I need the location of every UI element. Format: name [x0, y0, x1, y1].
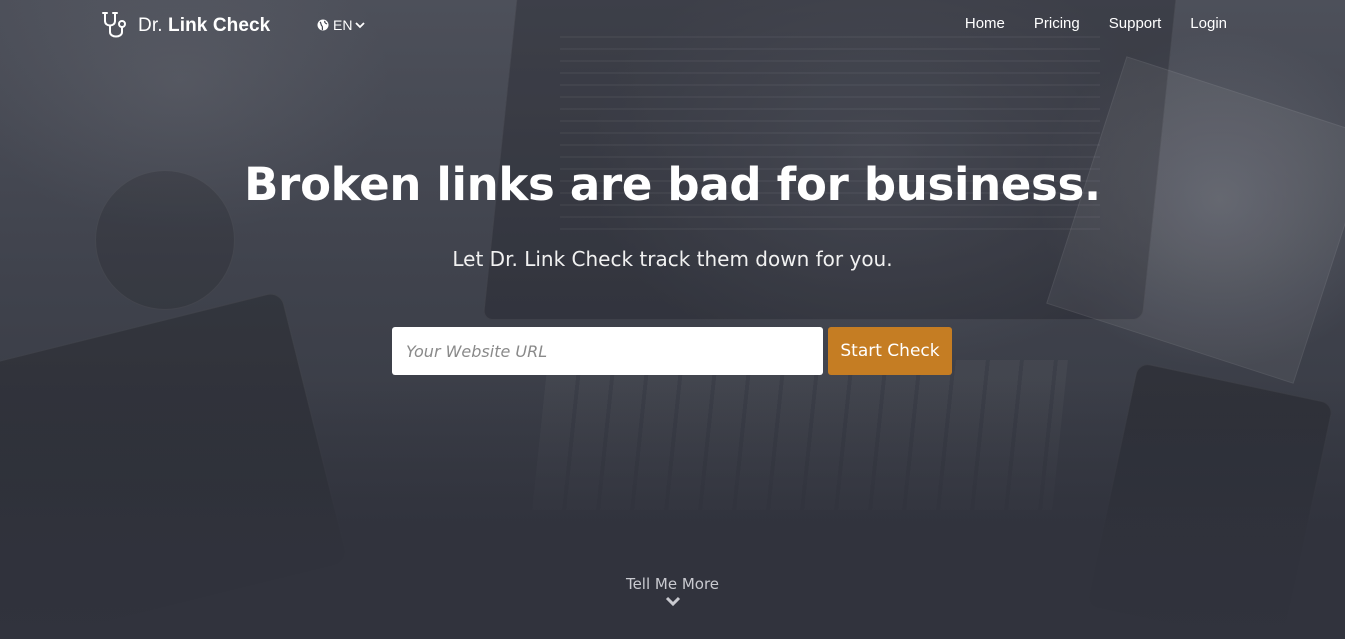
tell-me-more-label: Tell Me More	[625, 575, 720, 593]
start-check-button[interactable]: Start Check	[828, 327, 952, 375]
top-navbar: Dr. Link Check EN Home Pricing Support L…	[0, 0, 1345, 50]
brand-title: Link Check	[167, 15, 271, 36]
nav-home[interactable]: Home	[965, 15, 1005, 32]
hero-background	[0, 0, 1345, 639]
nav-support[interactable]: Support	[1109, 15, 1162, 32]
nav-pricing[interactable]: Pricing	[1034, 15, 1080, 32]
brand-name: Dr. Link Check	[138, 15, 270, 37]
chevron-down-icon	[665, 596, 680, 607]
hero-headline: Broken links are bad for business.	[244, 158, 1101, 211]
chevron-down-icon	[355, 22, 366, 29]
nav-links: Home Pricing Support Login	[936, 15, 1227, 32]
brand-logo[interactable]: Dr. Link Check	[101, 11, 270, 41]
website-url-input[interactable]	[392, 327, 823, 375]
nav-login[interactable]: Login	[1190, 15, 1227, 32]
stethoscope-icon	[102, 12, 126, 38]
language-selector[interactable]: EN	[317, 16, 369, 34]
hero-subheadline: Let Dr. Link Check track them down for y…	[452, 247, 893, 271]
brand-prefix: Dr.	[138, 15, 163, 36]
language-code: EN	[333, 17, 353, 33]
tell-me-more-link[interactable]: Tell Me More	[0, 575, 1345, 607]
globe-icon	[317, 19, 329, 31]
